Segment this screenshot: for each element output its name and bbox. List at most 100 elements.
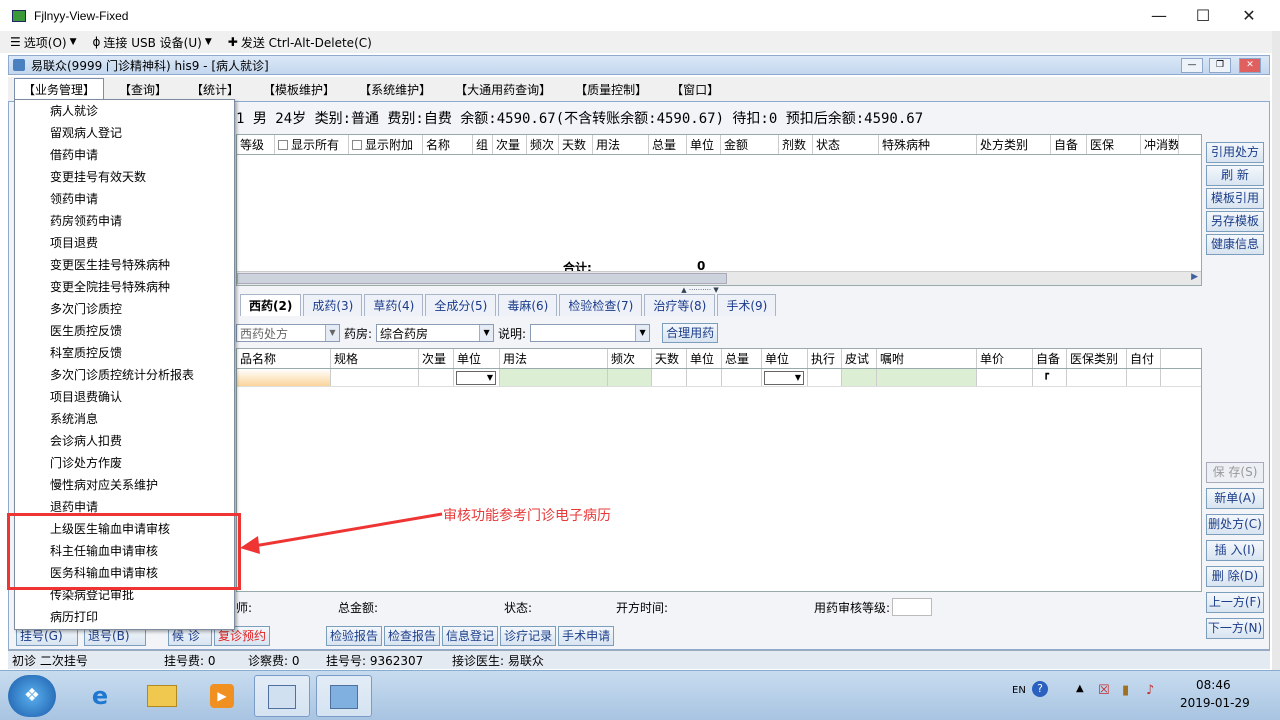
mdi-minimize-icon[interactable]: — — [1181, 58, 1203, 73]
options-menu[interactable]: ☰ 选项(O) ▼ — [10, 34, 77, 51]
table-cell[interactable] — [652, 369, 687, 386]
tab-narcotic[interactable]: 毒麻(6) — [498, 294, 558, 316]
save-button[interactable]: 保 存(S) — [1206, 462, 1264, 483]
self-checkbox[interactable]: ┏ — [1033, 369, 1067, 386]
menu-item[interactable]: 会诊病人扣费 — [15, 430, 234, 452]
menu-business[interactable]: 【业务管理】 — [14, 77, 105, 101]
table-cell[interactable] — [842, 369, 877, 386]
table-row[interactable]: ▼ ▼ ┏ — [237, 369, 1201, 387]
table-cell[interactable] — [331, 369, 419, 386]
pharmacy-select[interactable]: 综合药房 ▼ — [376, 324, 495, 342]
splitter-handle[interactable]: ▲ ·········· ▼ — [655, 287, 745, 294]
visit-record-button[interactable]: 诊疗记录 — [500, 626, 557, 646]
table-cell[interactable] — [500, 369, 608, 386]
close-icon[interactable]: ✕ — [1226, 0, 1272, 31]
note-select[interactable]: ▼ — [530, 324, 651, 342]
new-rx-button[interactable]: 新单(A) — [1206, 488, 1264, 509]
language-indicator[interactable]: EN — [1012, 685, 1026, 696]
table-cell[interactable] — [977, 369, 1033, 386]
start-button[interactable]: ❖ — [8, 675, 56, 717]
battery-icon[interactable]: ▮ — [1122, 683, 1129, 698]
delete-button[interactable]: 删 除(D) — [1206, 566, 1264, 587]
menu-item[interactable]: 多次门诊质控 — [15, 298, 234, 320]
his-app-icon[interactable] — [254, 675, 310, 717]
refresh-button[interactable]: 刷 新 — [1206, 165, 1264, 186]
table-cell[interactable] — [608, 369, 652, 386]
clock-time[interactable]: 08:46 — [1196, 678, 1231, 692]
tab-surgery[interactable]: 手术(9) — [717, 294, 777, 316]
table-cell[interactable] — [808, 369, 842, 386]
menu-item[interactable]: 慢性病对应关系维护 — [15, 474, 234, 496]
table-cell[interactable] — [1127, 369, 1161, 386]
horizontal-scrollbar[interactable]: ▶ — [237, 271, 1201, 285]
surgery-request-button[interactable]: 手术申请 — [558, 626, 615, 646]
tab-all[interactable]: 全成分(5) — [425, 294, 497, 316]
his-app2-icon[interactable] — [316, 675, 372, 717]
next-rx-button[interactable]: 下一方(N) — [1206, 618, 1264, 639]
rational-drug-button[interactable]: 合理用药 — [662, 323, 719, 343]
rx-type-select[interactable]: 西药处方 ▼ — [236, 324, 340, 342]
help-icon[interactable]: ? — [1032, 681, 1048, 697]
menu-item[interactable]: 门诊处方作废 — [15, 452, 234, 474]
volume-icon[interactable]: ♪ — [1146, 683, 1154, 698]
minimize-icon[interactable]: — — [1136, 0, 1182, 31]
menu-drug-query[interactable]: 【大通用药查询】 — [446, 78, 560, 101]
menu-item[interactable]: 领药申请 — [15, 188, 234, 210]
menu-item[interactable]: 项目退费 — [15, 232, 234, 254]
scrollbar-right[interactable] — [1272, 31, 1280, 671]
menu-item[interactable]: 科室质控反馈 — [15, 342, 234, 364]
tab-lab[interactable]: 检验检查(7) — [559, 294, 643, 316]
tab-patent[interactable]: 成药(3) — [303, 294, 363, 316]
menu-item[interactable]: 留观病人登记 — [15, 122, 234, 144]
tray-chevron-icon[interactable]: ▲ — [1076, 683, 1084, 694]
tab-treatment[interactable]: 治疗等(8) — [644, 294, 716, 316]
table-cell[interactable] — [722, 369, 762, 386]
arrow-right-icon[interactable]: ▶ — [1191, 272, 1198, 282]
menu-item[interactable]: 变更挂号有效天数 — [15, 166, 234, 188]
mdi-close-icon[interactable]: ✕ — [1239, 58, 1261, 73]
menu-item[interactable]: 变更全院挂号特殊病种 — [15, 276, 234, 298]
network-icon[interactable]: ☒ — [1098, 683, 1110, 698]
folder-icon[interactable] — [134, 675, 190, 717]
menu-item[interactable]: 借药申请 — [15, 144, 234, 166]
template-ref-button[interactable]: 模板引用 — [1206, 188, 1264, 209]
health-info-button[interactable]: 健康信息 — [1206, 234, 1264, 255]
menu-item[interactable]: 病历打印 — [15, 606, 234, 628]
show-all-checkbox[interactable]: 显示所有 — [275, 135, 349, 154]
table-cell[interactable] — [687, 369, 722, 386]
table-cell[interactable] — [419, 369, 454, 386]
menu-window[interactable]: 【窗口】 — [662, 78, 728, 101]
menu-item[interactable]: 药房领药申请 — [15, 210, 234, 232]
menu-item[interactable]: 多次门诊质控统计分析报表 — [15, 364, 234, 386]
table-cell[interactable] — [877, 369, 977, 386]
info-register-button[interactable]: 信息登记 — [442, 626, 499, 646]
send-cad-button[interactable]: ✚ 发送 Ctrl-Alt-Delete(C) — [228, 34, 372, 51]
show-extra-checkbox[interactable]: 显示附加 — [349, 135, 423, 154]
drug-name-cell[interactable] — [237, 369, 331, 386]
menu-item[interactable]: 医生质控反馈 — [15, 320, 234, 342]
menu-system[interactable]: 【系统维护】 — [350, 78, 440, 101]
menu-template[interactable]: 【模板维护】 — [254, 78, 344, 101]
tab-western[interactable]: 西药(2) — [240, 294, 302, 316]
insert-button[interactable]: 插 入(I) — [1206, 540, 1264, 561]
media-player-icon[interactable]: ▶ — [194, 675, 250, 717]
ie-icon[interactable]: e — [72, 675, 128, 717]
audit-level-input[interactable] — [892, 598, 933, 616]
menu-item[interactable]: 病人就诊 — [15, 100, 234, 122]
menu-item[interactable]: 项目退费确认 — [15, 386, 234, 408]
menu-stats[interactable]: 【统计】 — [182, 78, 248, 101]
prev-rx-button[interactable]: 上一方(F) — [1206, 592, 1264, 613]
menu-item[interactable]: 变更医生挂号特殊病种 — [15, 254, 234, 276]
clock-date[interactable]: 2019-01-29 — [1180, 696, 1250, 710]
exam-report-button[interactable]: 检查报告 — [384, 626, 441, 646]
menu-quality[interactable]: 【质量控制】 — [566, 78, 656, 101]
save-template-button[interactable]: 另存模板 — [1206, 211, 1264, 232]
maximize-icon[interactable]: ☐ — [1180, 0, 1226, 31]
tab-herbal[interactable]: 草药(4) — [364, 294, 424, 316]
scroll-thumb[interactable] — [237, 273, 727, 284]
menu-query[interactable]: 【查询】 — [110, 78, 176, 101]
usb-menu[interactable]: ϕ 连接 USB 设备(U) ▼ — [93, 34, 212, 51]
lab-report-button[interactable]: 检验报告 — [326, 626, 383, 646]
mdi-restore-icon[interactable]: ❐ — [1209, 58, 1231, 73]
delete-rx-button[interactable]: 删处方(C) — [1206, 514, 1264, 535]
